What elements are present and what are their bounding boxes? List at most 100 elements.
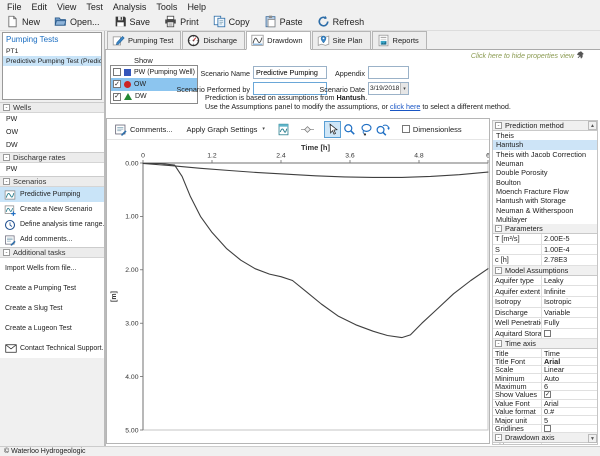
assumption-aquifer-type-value[interactable]: Leaky [542,276,597,286]
scenario-date-combo[interactable]: 3/19/2018 ▾ [368,82,409,95]
method-neuman[interactable]: Neuman [493,159,597,168]
method-hantush-with-storage[interactable]: Hantush with Storage [493,196,597,205]
task-contact-technical-support[interactable]: Contact Technical Support... [0,338,104,358]
assumption-discharge-row[interactable]: DischargeVariable [493,308,597,319]
param-s-value[interactable]: 1.00E-4 [542,245,597,255]
tab-drawdown[interactable]: Drawdown [246,31,310,50]
assumption-aquifer-extent-value[interactable]: Infinite [542,286,597,296]
method-theis-with-jacob-correction[interactable]: Theis with Jacob Correction [493,150,597,159]
menu-tools[interactable]: Tools [151,2,182,12]
chevron-down-icon[interactable]: ▾ [400,83,408,94]
time-axis-gridlines-row[interactable]: Gridlines [493,425,597,433]
task-create-a-pumping-test[interactable]: Create a Pumping Test [0,278,104,298]
param-t-m-s-row[interactable]: T [m²/s]2.00E-5 [493,234,597,245]
scenario-item-create-a-new-scenario[interactable]: Create a New Scenario [0,202,104,217]
hide-properties-link[interactable]: Click here to hide properties view [410,51,585,61]
panel-scroll-up-button[interactable]: ▲ [588,121,597,130]
time-axis-maximum-value[interactable]: 6 [542,383,597,390]
section-header-additional-tasks[interactable]: -Additional tasks [0,247,104,258]
graph-settings-button[interactable] [274,122,293,137]
open-button[interactable]: Open... [54,15,100,28]
assumption-isotropy-row[interactable]: IsotropyIsotropic [493,297,597,308]
param-t-m-s-value[interactable]: 2.00E-5 [542,234,597,244]
tab-site-plan[interactable]: Site Plan [312,31,371,50]
menu-file[interactable]: File [2,2,27,12]
wells-item-dw[interactable]: DW [0,139,104,152]
print-button[interactable]: Print [164,15,199,28]
appendix-input[interactable] [368,66,409,79]
assumption-discharge-value[interactable]: Variable [542,308,597,318]
time-axis-scale-value[interactable]: Linear [542,366,597,373]
wells-item-pw[interactable]: PW [0,113,104,126]
time-axis-minimum-value[interactable]: Auto [542,374,597,381]
menu-help[interactable]: Help [182,2,211,12]
time-axis-minimum-row[interactable]: MinimumAuto [493,374,597,382]
time-axis-gridlines-value[interactable] [542,425,597,432]
drawdown-chart[interactable]: Time [h]01.22.43.64.860.001.002.003.004.… [107,140,489,443]
drawdown-axis-title-value[interactable] [542,443,597,445]
menu-view[interactable]: View [52,2,81,12]
time-axis-value-format-value[interactable]: 0.# [542,408,597,415]
method-moench-fracture-flow[interactable]: Moench Fracture Flow [493,187,597,196]
refresh-button[interactable]: Refresh [317,15,365,28]
pumping-test-item-predictive-pumping-test-prediction[interactable]: Predictive Pumping Test (Prediction) [3,56,101,66]
time-axis-title-font-row[interactable]: Title FontArial [493,358,597,366]
time-axis-gridlines-checkbox[interactable] [544,425,551,432]
apply-graph-settings-button[interactable]: Apply Graph Settings ▾ [184,124,268,135]
click-here-link[interactable]: click here [390,102,420,111]
marker-tool-button[interactable] [299,121,316,138]
assumption-aquitard-storage-value[interactable] [542,329,597,339]
time-axis-show-values-value[interactable] [542,391,597,398]
time-axis-major-unit-value[interactable]: 5 [542,416,597,423]
new-button[interactable]: New [6,15,40,28]
copy-button[interactable]: Copy [213,15,250,28]
show-item-checkbox[interactable] [113,68,121,76]
panel-section-prediction-method[interactable]: -Prediction method [493,121,597,131]
method-boulton[interactable]: Boulton [493,177,597,186]
param-s-row[interactable]: S1.00E-4 [493,245,597,256]
task-create-a-slug-test[interactable]: Create a Slug Test [0,298,104,318]
show-item-checkbox[interactable] [113,80,121,88]
pumping-test-item-pt1[interactable]: PT1 [3,46,101,56]
scenario-item-predictive-pumping[interactable]: Predictive Pumping [0,187,104,202]
param-c-h-value[interactable]: 2.78E3 [542,255,597,265]
tab-discharge[interactable]: Discharge [182,31,245,50]
save-button[interactable]: Save [114,15,151,28]
time-axis-title-value[interactable]: Time [542,349,597,356]
comments-button[interactable]: Comments... [111,122,176,137]
section-header-scenarios[interactable]: -Scenarios [0,176,104,187]
assumption-isotropy-value[interactable]: Isotropic [542,297,597,307]
time-axis-show-values-checkbox[interactable] [544,391,551,398]
pointer-tool-button[interactable] [324,121,341,138]
discharge-rates-item-pw[interactable]: PW [0,163,104,176]
tab-reports[interactable]: Reports [372,31,427,50]
task-create-a-lugeon-test[interactable]: Create a Lugeon Test [0,318,104,338]
panel-section-drawdown-axis[interactable]: -Drawdown axis [493,433,597,443]
panel-scroll-down-button[interactable]: ▼ [588,434,597,443]
time-axis-title-font-value[interactable]: Arial [542,358,597,365]
menu-analysis[interactable]: Analysis [108,2,152,12]
method-double-porosity[interactable]: Double Porosity [493,168,597,177]
param-c-h-row[interactable]: c [h]2.78E3 [493,255,597,266]
time-axis-value-format-row[interactable]: Value format0.# [493,408,597,416]
dimensionless-checkbox[interactable] [402,125,410,133]
section-header-wells[interactable]: -Wells [0,102,104,113]
time-axis-value-font-row[interactable]: Value FontArial [493,400,597,408]
task-import-wells-from-file[interactable]: Import Wells from file... [0,258,104,278]
assumption-aquitard-storage-row[interactable]: Aquitard Storage [493,329,597,340]
time-axis-show-values-row[interactable]: Show Values [493,391,597,399]
assumption-well-penetration-row[interactable]: Well PenetrationFully [493,318,597,329]
zoom-tool-button[interactable] [341,121,358,138]
time-axis-major-unit-row[interactable]: Major unit5 [493,416,597,424]
assumption-aquifer-extent-row[interactable]: Aquifer extentInfinite [493,286,597,297]
assumption-aquitard-storage-checkbox[interactable] [544,330,551,337]
tab-pumping-test[interactable]: Pumping Test [107,31,181,50]
menu-test[interactable]: Test [81,2,108,12]
wells-item-ow[interactable]: OW [0,126,104,139]
time-axis-title-row[interactable]: TitleTime [493,349,597,357]
assumption-well-penetration-value[interactable]: Fully [542,318,597,328]
drawdown-axis-title-row[interactable]: Title [493,443,597,445]
assumption-aquifer-type-row[interactable]: Aquifer typeLeaky [493,276,597,287]
time-axis-scale-row[interactable]: ScaleLinear [493,366,597,374]
section-header-discharge-rates[interactable]: -Discharge rates [0,152,104,163]
